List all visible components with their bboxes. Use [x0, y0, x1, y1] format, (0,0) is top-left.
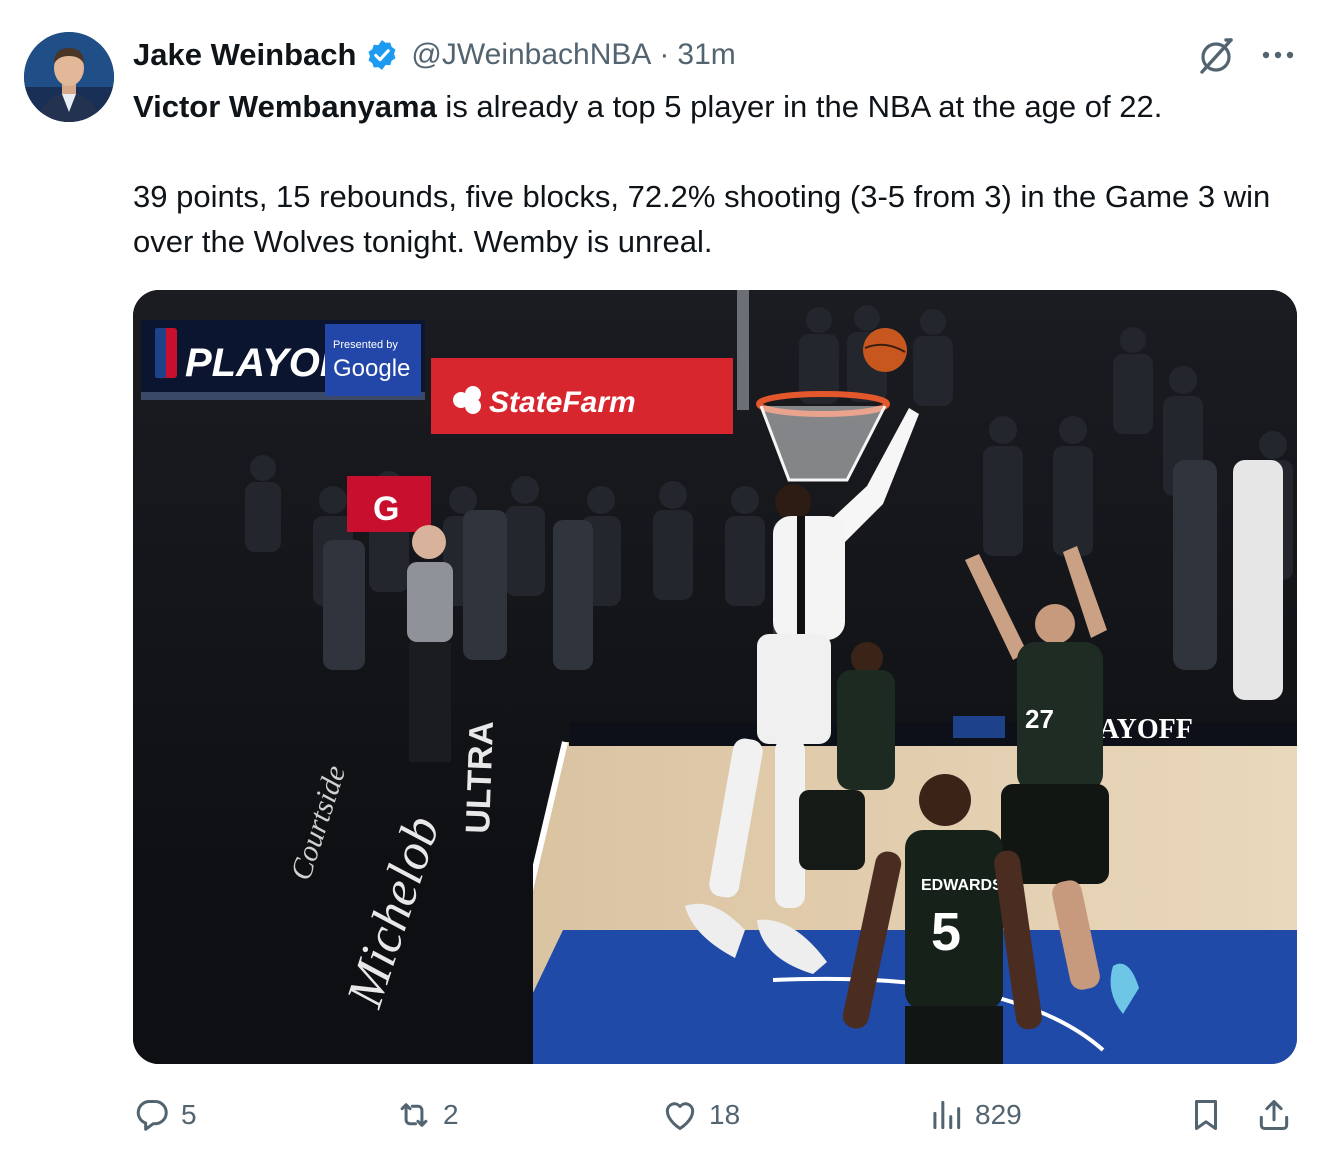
retweet-count: 2 — [443, 1099, 459, 1130]
baseline-sign: AYOFF — [1099, 714, 1193, 745]
avatar-image — [24, 32, 114, 122]
jersey-number-5: 5 — [931, 902, 961, 962]
google-sign: Google — [333, 355, 410, 382]
reply-button[interactable]: 5 — [133, 1090, 197, 1140]
bookmark-icon — [1194, 1100, 1218, 1130]
gatorade-sign: G — [373, 490, 399, 528]
jersey-name: EDWARDS — [921, 877, 1003, 894]
author-handle[interactable]: @JWeinbachNBA — [411, 38, 651, 72]
tweet-header: Jake Weinbach @JWeinbachNBA · 31m — [133, 34, 736, 76]
presented-by-text: Presented by — [333, 339, 398, 351]
like-button[interactable]: 18 — [661, 1090, 740, 1140]
share-button[interactable] — [1255, 1090, 1293, 1140]
tweet-text: Victor Wembanyama is already a top 5 pla… — [133, 84, 1303, 264]
heart-icon — [665, 1102, 695, 1130]
floor-ultra-text: ULTRA — [459, 720, 501, 834]
basketball-dunk-photo: PLAYOFFS Presented by Google StateFarm G — [133, 290, 1297, 1064]
share-icon — [1259, 1100, 1289, 1130]
tweet-photo[interactable]: PLAYOFFS Presented by Google StateFarm G — [133, 290, 1297, 1064]
reply-count: 5 — [181, 1099, 197, 1130]
post-time[interactable]: 31m — [677, 38, 735, 72]
grok-icon[interactable] — [1196, 36, 1236, 76]
display-name[interactable]: Jake Weinbach — [133, 37, 356, 73]
retweet-button[interactable]: 2 — [395, 1090, 459, 1140]
retweet-icon — [400, 1103, 428, 1127]
header-separator: · — [659, 38, 670, 71]
jersey-number-27: 27 — [1025, 704, 1054, 734]
player-mention: Victor Wembanyama — [133, 89, 437, 124]
tweet-paragraph-2: 39 points, 15 rebounds, five blocks, 72.… — [133, 179, 1271, 259]
avatar[interactable] — [24, 32, 114, 122]
views-count: 829 — [975, 1099, 1022, 1130]
more-dots-icon[interactable] — [1258, 38, 1298, 72]
tweet-card[interactable]: Jake Weinbach @JWeinbachNBA · 31m Victor… — [0, 0, 1332, 1160]
state-farm-sign: StateFarm — [489, 386, 636, 419]
like-count: 18 — [709, 1099, 741, 1130]
verified-badge-icon — [365, 38, 399, 72]
action-bar: 5 2 18 829 — [133, 1090, 1303, 1140]
views-chart-icon — [933, 1100, 961, 1130]
reply-icon — [136, 1100, 168, 1131]
tweet-line-1: Victor Wembanyama is already a top 5 pla… — [133, 84, 1303, 129]
views-button[interactable]: 829 — [927, 1090, 1022, 1140]
bookmark-button[interactable] — [1187, 1090, 1225, 1140]
tweet-line-1-rest: is already a top 5 player in the NBA at … — [436, 89, 1163, 124]
